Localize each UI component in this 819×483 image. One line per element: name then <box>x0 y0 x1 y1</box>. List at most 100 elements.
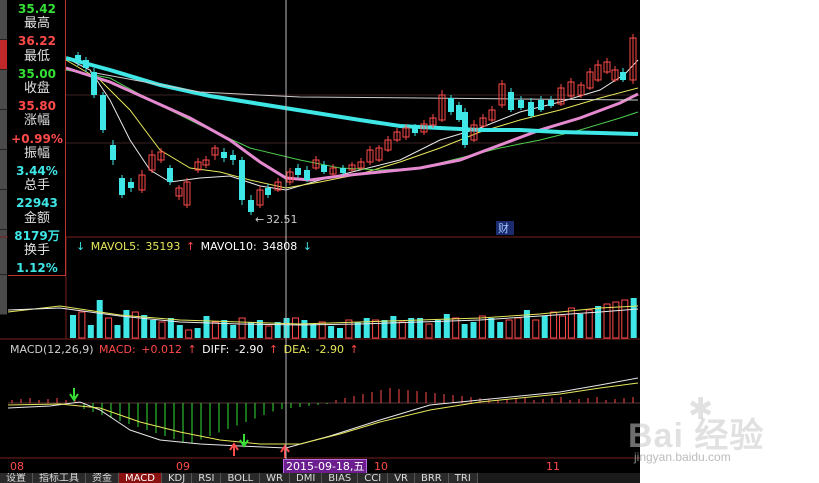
month-label-10: 10 <box>374 460 388 473</box>
volume-bar-down <box>434 320 441 338</box>
low-arrow: ← <box>255 213 264 226</box>
candle-body-down <box>239 160 245 200</box>
volume-bar-up <box>621 299 629 339</box>
tab-11[interactable]: VR <box>388 473 415 483</box>
low-price-annotation: 32.51 <box>266 213 298 226</box>
tab-9[interactable]: BIAS <box>322 473 359 483</box>
crosshair-date-label: 2015-09-18,五 <box>283 459 368 474</box>
info-label: 换手 <box>23 243 50 258</box>
volume-bar-down <box>488 318 495 338</box>
candle-body-down <box>128 182 134 188</box>
macd-label: MACD: <box>99 343 136 356</box>
info-label: 涨幅 <box>23 113 50 129</box>
info-label: 收盘 <box>23 81 50 96</box>
volume-bar-down <box>221 320 228 338</box>
candle-body-down <box>265 188 271 195</box>
volume-bar-down <box>541 316 548 338</box>
volume-bar-down <box>114 325 121 338</box>
candle-body-down <box>620 72 626 80</box>
info-value: 35.42 <box>18 2 56 16</box>
tab-12[interactable]: BRR <box>415 473 449 483</box>
volume-bar-up <box>425 323 433 339</box>
sell-signal-arrow-icon <box>69 388 79 402</box>
volume-bar-up <box>265 325 273 339</box>
volume-bar-down <box>96 300 103 338</box>
up-arrow-icon: ↑ <box>185 240 196 253</box>
baidu-jingyan-watermark: ✱ Bai 经验 jingyan.baidu.com <box>628 388 818 478</box>
month-label-11: 11 <box>546 460 560 473</box>
info-label: 最高 <box>23 16 50 32</box>
candle-body-down <box>304 170 310 180</box>
volume-bar-down <box>123 310 130 338</box>
mavol10-label: MAVOL10: <box>200 240 257 253</box>
candle-body-down <box>295 168 301 175</box>
down-arrow-icon: ↓ <box>76 240 86 253</box>
volume-bar-up <box>603 303 611 339</box>
dea-value: -2.90 <box>315 343 345 356</box>
volume-bar-up <box>585 309 593 339</box>
tab-2[interactable]: 资金 <box>86 473 119 483</box>
info-label: 振幅 <box>23 145 50 161</box>
tab-5[interactable]: RSI <box>192 473 222 483</box>
volume-bar-down <box>203 316 210 338</box>
macd-indicator-name[interactable]: MACD(12,26,9) <box>10 343 94 356</box>
volume-bar-down <box>390 316 397 338</box>
tab-4[interactable]: KDJ <box>161 473 193 483</box>
tab-6[interactable]: BOLL <box>221 473 261 483</box>
volume-bar-down <box>310 324 317 338</box>
info-value: 35.00 <box>18 66 56 81</box>
tab-0[interactable]: 设置 <box>0 473 33 483</box>
volume-bar-down <box>461 324 468 338</box>
candle-body-down <box>412 128 418 133</box>
volume-bar-up <box>372 319 380 339</box>
candle-body-down <box>456 105 462 120</box>
indicator-tab-bar: 设置 指标工具 资金 MACD KDJ RSI BOLL WR DMI BIAS CCI VR BRR T… <box>0 473 640 483</box>
volume-bar-down <box>150 320 157 338</box>
tab-3[interactable]: MACD <box>119 473 162 483</box>
candle-body-down <box>340 168 346 173</box>
watermark-url: jingyan.baidu.com <box>634 450 731 464</box>
candle-body-down <box>518 100 524 108</box>
macd-value: +0.012 <box>141 343 182 356</box>
info-value: 22943 <box>16 196 58 211</box>
candle-body-down <box>548 100 554 106</box>
up-arrow-icon: ↑ <box>349 343 359 356</box>
volume-bar-down <box>630 298 637 338</box>
candle-body-down <box>75 55 81 62</box>
tab-10[interactable]: CCI <box>358 473 389 483</box>
candle-body-down <box>321 165 327 172</box>
candle-body-down <box>448 98 454 112</box>
volume-bar-up <box>550 311 558 339</box>
info-value: 1.12% <box>16 261 58 276</box>
tab-8[interactable]: DMI <box>290 473 323 483</box>
volume-bar-down <box>595 306 602 338</box>
candle-body-down <box>508 92 514 110</box>
event-badge[interactable]: 财 <box>498 221 509 235</box>
tab-7[interactable]: WR <box>260 473 290 483</box>
candle-body-down <box>83 60 89 68</box>
volume-bar-down <box>363 318 370 338</box>
month-label-09: 09 <box>176 460 190 473</box>
volume-bar-up <box>567 307 575 339</box>
candle-body-down <box>462 112 468 145</box>
volume-bar-down <box>577 314 584 338</box>
volume-bar-up <box>211 321 219 339</box>
dea-label: DEA: <box>283 343 311 356</box>
month-label-08: 08 <box>10 460 24 473</box>
volume-bar-down <box>328 326 335 338</box>
volume-bar-down <box>230 325 237 338</box>
candle-body-down <box>528 102 534 116</box>
volume-bar-up <box>559 315 566 339</box>
volume-bar-down <box>523 310 530 338</box>
volume-bar-down <box>70 315 76 338</box>
tab-13[interactable]: TRI <box>448 473 478 483</box>
volume-bar-up <box>398 321 406 339</box>
info-label: 总手 <box>23 178 50 194</box>
up-arrow-icon: ↑ <box>268 343 279 356</box>
mavol5-label: MAVOL5: <box>90 240 140 253</box>
volume-bar-down <box>443 314 450 338</box>
candle-body-down <box>110 145 116 160</box>
tab-1[interactable]: 指标工具 <box>33 473 86 483</box>
volume-bar-up <box>292 317 299 339</box>
volume-bar-down <box>283 318 290 338</box>
